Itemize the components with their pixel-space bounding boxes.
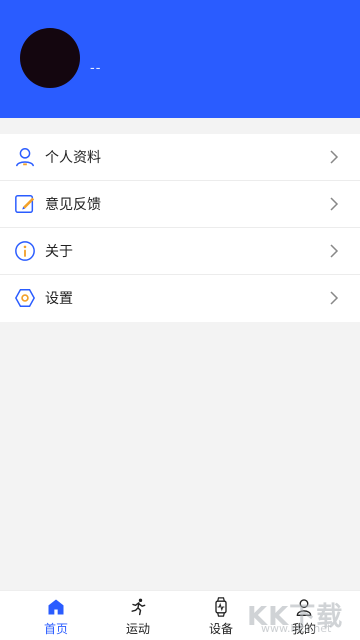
nav-item-sport[interactable]: 运动 [108, 597, 168, 637]
user-icon [16, 148, 34, 167]
nav-label: 首页 [43, 622, 68, 636]
chevron-right-icon [330, 197, 339, 211]
menu-item-label: 关于 [45, 244, 73, 260]
watch-icon [215, 597, 227, 617]
nav-label: 设备 [208, 622, 233, 636]
nav-item-home[interactable]: 首页 [26, 597, 86, 637]
menu-item-label: 意见反馈 [45, 197, 101, 213]
menu-item-label: 个人资料 [45, 150, 101, 166]
menu-item-settings[interactable]: 设置 [0, 275, 360, 322]
watermark-url: www.kkx.net [261, 622, 332, 635]
settings-icon [14, 289, 36, 307]
chevron-right-icon [330, 150, 339, 164]
chevron-right-icon [330, 244, 339, 258]
info-icon [15, 241, 35, 261]
menu-item-profile[interactable]: 个人资料 [0, 134, 360, 181]
running-icon [131, 598, 146, 616]
menu-item-feedback[interactable]: 意见反馈 [0, 181, 360, 228]
menu-item-about[interactable]: 关于 [0, 228, 360, 275]
username-text[interactable]: -- [90, 61, 101, 76]
profile-header: -- [0, 0, 360, 118]
home-icon [48, 599, 64, 615]
menu-item-label: 设置 [45, 291, 73, 307]
settings-menu: 个人资料 意见反馈 关于 设置 [0, 134, 360, 322]
nav-item-device[interactable]: 设备 [191, 597, 251, 637]
watermark-logo: KK下载 www.kkx.net [245, 592, 360, 638]
edit-icon [15, 195, 35, 213]
avatar[interactable] [20, 28, 80, 88]
chevron-right-icon [330, 291, 339, 305]
nav-label: 运动 [125, 622, 150, 636]
